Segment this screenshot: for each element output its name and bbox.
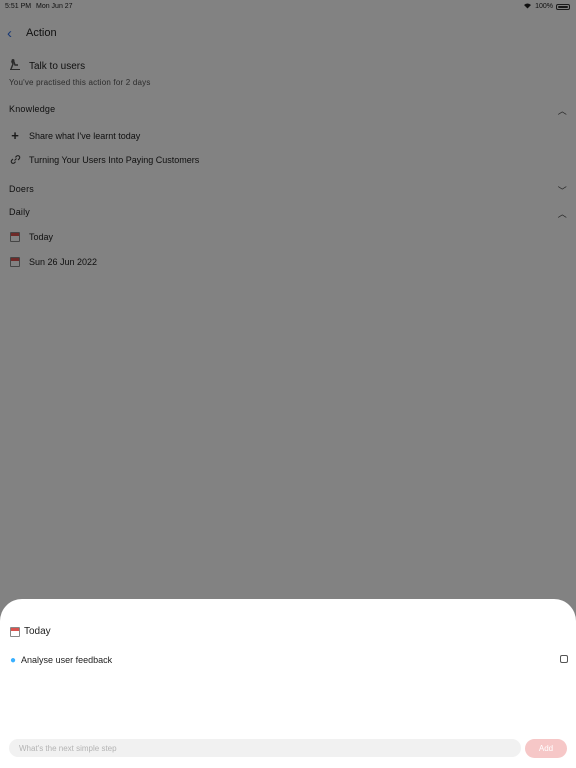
calendar-icon — [10, 626, 20, 637]
sheet-title-label: Today — [24, 626, 51, 637]
step-label: Analyse user feedback — [21, 655, 113, 665]
droplet-icon: ● — [10, 654, 17, 666]
add-button[interactable]: Add — [525, 739, 567, 758]
step-checkbox[interactable] — [560, 655, 568, 663]
next-step-input[interactable] — [9, 739, 521, 757]
step-item[interactable]: ● Analyse user feedback — [10, 653, 568, 667]
sheet-title: Today — [10, 626, 51, 637]
